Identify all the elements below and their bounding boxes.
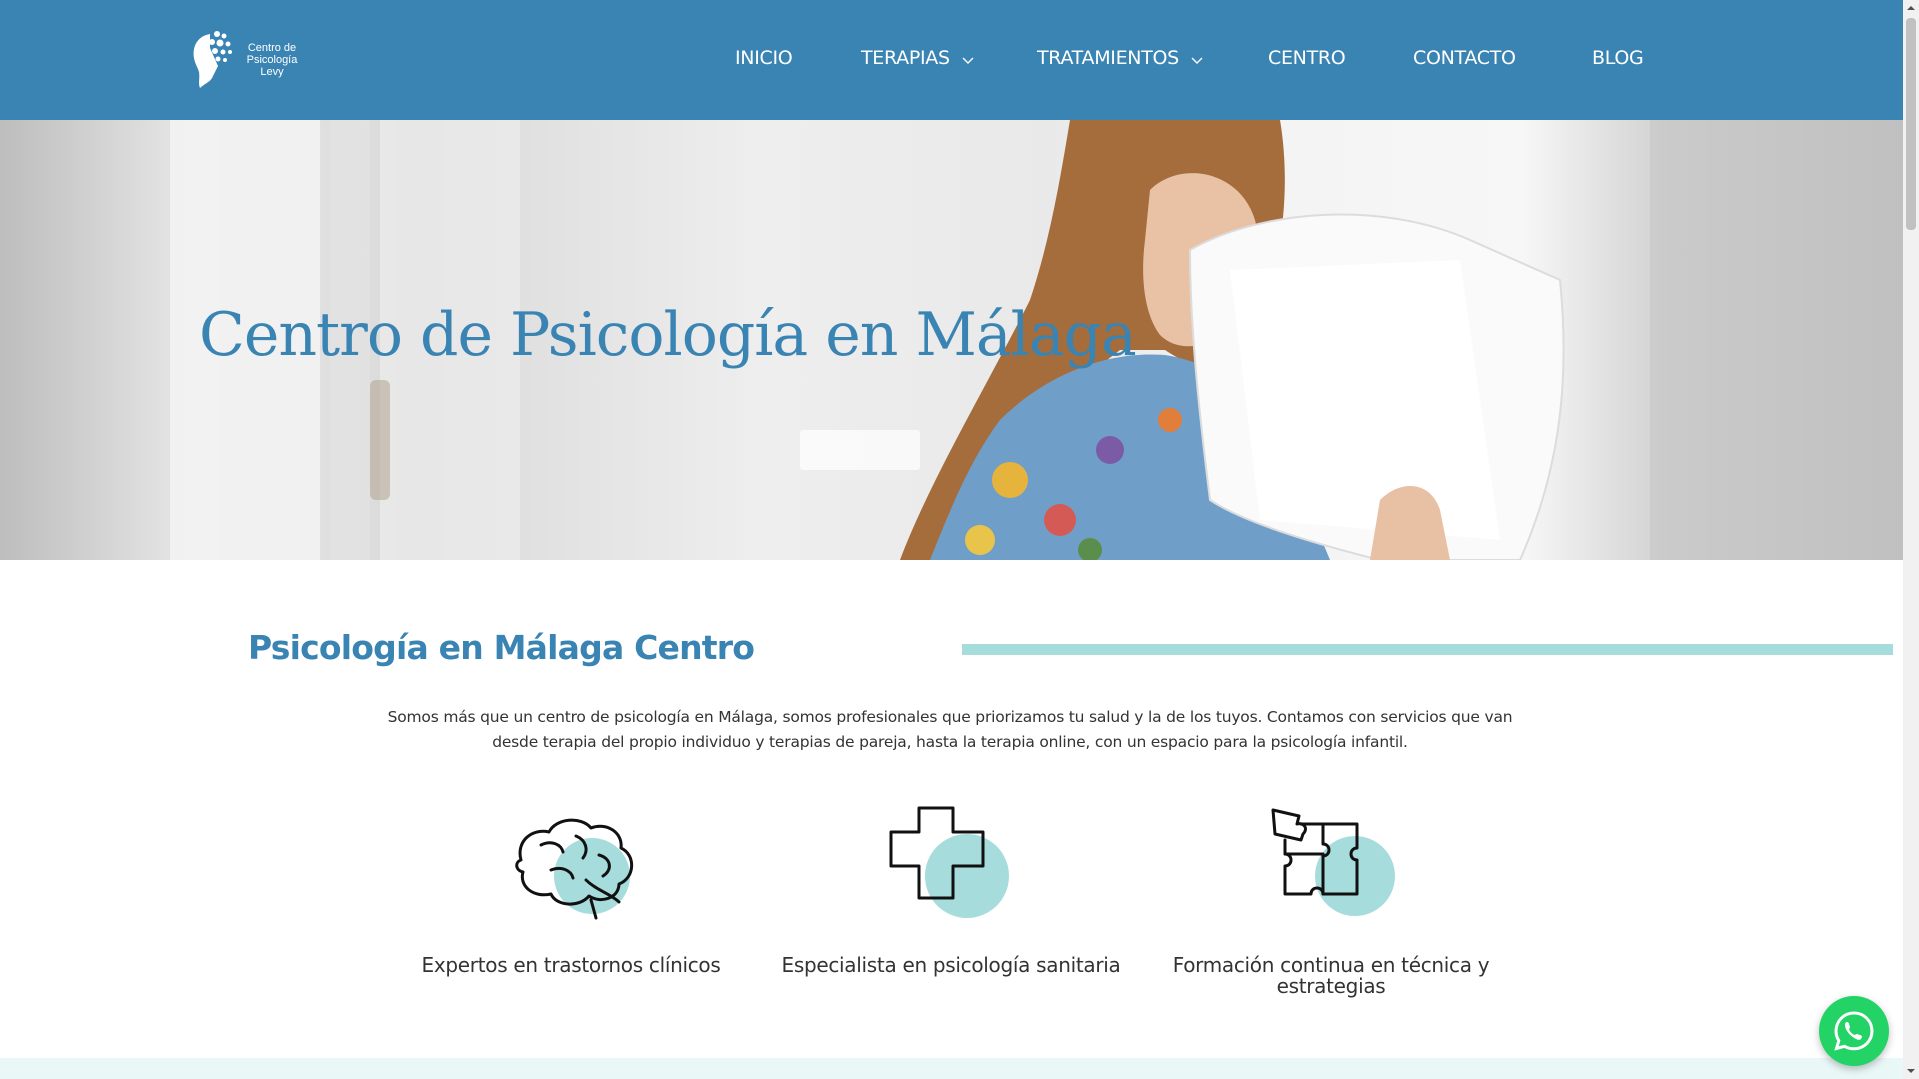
puzzle-icon xyxy=(1151,800,1511,930)
next-section-band xyxy=(0,1058,1903,1079)
chevron-down-icon xyxy=(962,48,974,70)
scroll-down-icon[interactable] xyxy=(1907,1067,1915,1075)
head-logo-icon xyxy=(193,31,232,88)
nav-item-inicio[interactable]: INICIO xyxy=(735,47,793,69)
chevron-down-icon xyxy=(1191,48,1203,70)
site-logo[interactable]: Centro de Psicología Levy xyxy=(190,28,302,90)
section-title: Psicología en Málaga Centro xyxy=(248,628,755,667)
nav-item-tratamientos[interactable]: TRATAMIENTOS xyxy=(1037,47,1203,70)
page-scrollbar[interactable] xyxy=(1903,0,1919,1079)
feature-label: Formación continua en técnica y estrateg… xyxy=(1172,953,1490,998)
logo-text: Centro de Psicología Levy xyxy=(246,42,298,78)
intro-paragraph: Somos más que un centro de psicología en… xyxy=(387,708,1513,751)
scroll-thumb[interactable] xyxy=(1906,18,1916,230)
nav-item-centro[interactable]: CENTRO xyxy=(1268,47,1346,69)
nav-item-terapias[interactable]: TERAPIAS xyxy=(861,47,974,70)
brain-icon xyxy=(391,800,751,930)
nav-item-blog[interactable]: BLOG xyxy=(1592,47,1644,69)
whatsapp-icon xyxy=(1834,1011,1874,1051)
feature-label: Especialista en psicología sanitaria xyxy=(781,953,1121,977)
nav-item-contacto[interactable]: CONTACTO xyxy=(1413,47,1516,69)
whatsapp-button[interactable] xyxy=(1819,996,1889,1066)
hero-title: Centro de Psicología en Málaga xyxy=(199,300,1137,370)
section-divider xyxy=(962,644,1893,655)
hero-banner: Centro de Psicología en Málaga xyxy=(0,120,1903,560)
nav-label: CONTACTO xyxy=(1413,47,1516,69)
scroll-up-icon[interactable] xyxy=(1907,4,1915,12)
nav-label: INICIO xyxy=(735,47,793,69)
nav-label: BLOG xyxy=(1592,47,1644,69)
site-header: Centro de Psicología Levy INICIO TERAPIA… xyxy=(0,0,1903,120)
medical-cross-icon xyxy=(771,800,1131,930)
nav-label: TERAPIAS xyxy=(861,47,950,69)
nav-label: TRATAMIENTOS xyxy=(1037,47,1179,69)
feature-label: Expertos en trastornos clínicos xyxy=(421,953,721,977)
nav-label: CENTRO xyxy=(1268,47,1346,69)
